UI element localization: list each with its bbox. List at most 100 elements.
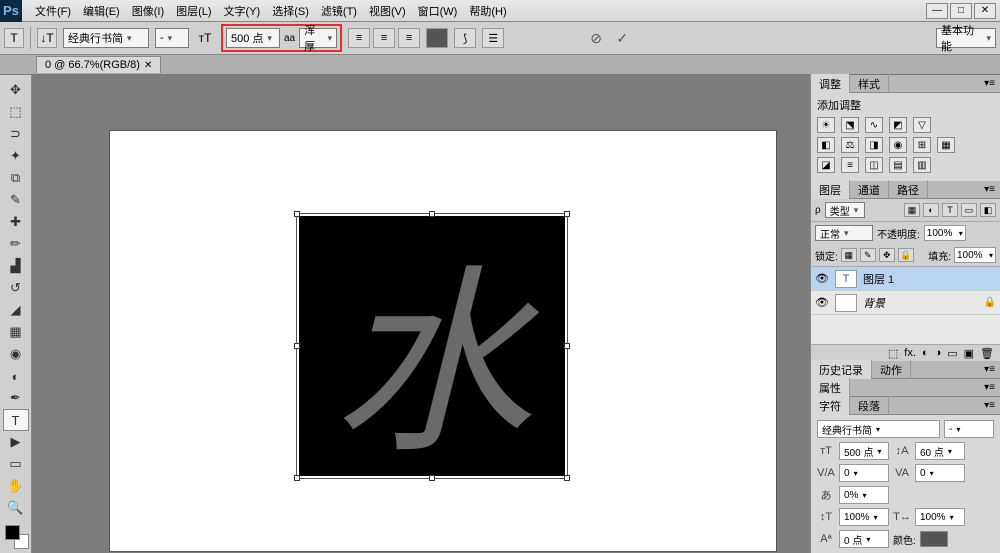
- adj-thresh-icon[interactable]: ◫: [865, 157, 883, 173]
- layer-name[interactable]: 图层 1: [863, 271, 894, 287]
- adj-vibrance-icon[interactable]: ▽: [913, 117, 931, 133]
- char-va-dropdown[interactable]: 0: [839, 464, 889, 482]
- char-th-input[interactable]: 100%: [915, 508, 965, 526]
- path-select-tool[interactable]: ▶: [3, 431, 29, 453]
- pen-tool[interactable]: ✒: [3, 387, 29, 409]
- char-style-dropdown[interactable]: -: [944, 420, 994, 438]
- crop-tool[interactable]: ⧉: [3, 167, 29, 189]
- minimize-button[interactable]: —: [926, 3, 948, 19]
- adj-exposure-icon[interactable]: ◩: [889, 117, 907, 133]
- adj-photo-icon[interactable]: ◉: [889, 137, 907, 153]
- filter-image-icon[interactable]: ▦: [904, 203, 920, 217]
- blend-mode-dropdown[interactable]: 正常: [815, 225, 873, 241]
- color-swatches[interactable]: [5, 525, 29, 549]
- adj-invert-icon[interactable]: ◪: [817, 157, 835, 173]
- maximize-button[interactable]: □: [950, 3, 972, 19]
- menu-window[interactable]: 窗口(W): [413, 1, 463, 21]
- menu-filter[interactable]: 滤镜(T): [316, 1, 362, 21]
- opacity-input[interactable]: 100%: [924, 225, 966, 241]
- lasso-tool[interactable]: ⊃: [3, 123, 29, 145]
- handle-ne[interactable]: [564, 211, 570, 217]
- char-menu-icon[interactable]: ▾≡: [979, 400, 1000, 411]
- layer-name[interactable]: 背景: [863, 295, 885, 311]
- font-family-dropdown[interactable]: 经典行书简: [63, 28, 149, 48]
- adj-post-icon[interactable]: ≡: [841, 157, 859, 173]
- new-layer-icon[interactable]: ▣: [964, 347, 974, 360]
- orientation-icon[interactable]: ↓T: [37, 28, 57, 48]
- history-brush-tool[interactable]: ↺: [3, 277, 29, 299]
- char-scale-dropdown[interactable]: 0%: [839, 486, 889, 504]
- foreground-swatch[interactable]: [5, 525, 20, 540]
- marquee-tool[interactable]: ⬚: [3, 101, 29, 123]
- adj-layer-icon[interactable]: ◑: [935, 347, 942, 359]
- blur-tool[interactable]: ◉: [3, 343, 29, 365]
- tab-paragraph[interactable]: 段落: [850, 396, 889, 416]
- dodge-tool[interactable]: ◐: [3, 365, 29, 387]
- workspace-dropdown[interactable]: 基本功能: [936, 28, 996, 48]
- adj-curves-icon[interactable]: ∿: [865, 117, 883, 133]
- visibility-icon[interactable]: 👁: [815, 296, 829, 309]
- tab-channels[interactable]: 通道: [850, 180, 889, 200]
- layer-row[interactable]: 👁 T 图层 1: [811, 267, 1000, 291]
- char-font-dropdown[interactable]: 经典行书简: [817, 420, 940, 438]
- tab-layers[interactable]: 图层: [811, 180, 850, 200]
- history-menu-icon[interactable]: ▾≡: [979, 364, 1000, 375]
- menu-layer[interactable]: 图层(L): [171, 1, 216, 21]
- align-left-button[interactable]: ≡: [348, 28, 370, 48]
- cancel-icon[interactable]: ⊘: [586, 28, 606, 48]
- visibility-icon[interactable]: 👁: [815, 272, 829, 285]
- canvas-area[interactable]: 水: [32, 75, 810, 553]
- transform-bounds[interactable]: [296, 213, 568, 479]
- lock-paint-icon[interactable]: ✎: [860, 248, 876, 262]
- group-icon[interactable]: ▭: [947, 347, 957, 360]
- document-tab[interactable]: 0 @ 66.7%(RGB/8) ✕: [36, 56, 161, 73]
- lock-trans-icon[interactable]: ▦: [841, 248, 857, 262]
- align-right-button[interactable]: ≡: [398, 28, 420, 48]
- menu-type[interactable]: 文字(Y): [219, 1, 266, 21]
- handle-se[interactable]: [564, 475, 570, 481]
- fill-input[interactable]: 100%: [954, 247, 996, 263]
- close-tab-icon[interactable]: ✕: [144, 60, 152, 71]
- brush-tool[interactable]: ✏: [3, 233, 29, 255]
- shape-tool[interactable]: ▭: [3, 453, 29, 475]
- tab-history[interactable]: 历史记录: [811, 360, 872, 380]
- filter-type-icon[interactable]: T: [942, 203, 958, 217]
- commit-icon[interactable]: ✓: [612, 28, 632, 48]
- adj-bw-icon[interactable]: ◨: [865, 137, 883, 153]
- warp-text-button[interactable]: ⟆: [454, 28, 476, 48]
- gradient-tool[interactable]: ▦: [3, 321, 29, 343]
- adj-levels-icon[interactable]: ⬔: [841, 117, 859, 133]
- mask-icon[interactable]: ◐: [922, 347, 929, 359]
- menu-image[interactable]: 图像(I): [127, 1, 169, 21]
- move-tool[interactable]: ✥: [3, 79, 29, 101]
- char-tw-input[interactable]: 100%: [839, 508, 889, 526]
- tab-paths[interactable]: 路径: [889, 180, 928, 200]
- lock-pos-icon[interactable]: ✥: [879, 248, 895, 262]
- wand-tool[interactable]: ✦: [3, 145, 29, 167]
- layers-menu-icon[interactable]: ▾≡: [979, 184, 1000, 195]
- handle-nw[interactable]: [294, 211, 300, 217]
- adj-select-icon[interactable]: ▥: [913, 157, 931, 173]
- char-panel-button[interactable]: ☰: [482, 28, 504, 48]
- menu-select[interactable]: 选择(S): [267, 1, 314, 21]
- tab-actions[interactable]: 动作: [872, 360, 911, 380]
- char-baseline-input[interactable]: 0 点: [839, 530, 889, 548]
- delete-icon[interactable]: 🗑: [980, 347, 994, 360]
- lock-all-icon[interactable]: 🔒: [898, 248, 914, 262]
- menu-file[interactable]: 文件(F): [30, 1, 76, 21]
- link-icon[interactable]: ⬚: [888, 347, 898, 360]
- adj-brightness-icon[interactable]: ☀: [817, 117, 835, 133]
- tab-properties[interactable]: 属性: [811, 378, 850, 398]
- handle-s[interactable]: [429, 475, 435, 481]
- antialias-dropdown[interactable]: 浑厚: [299, 28, 337, 48]
- menu-help[interactable]: 帮助(H): [464, 1, 511, 21]
- char-tracking-dropdown[interactable]: 0: [915, 464, 965, 482]
- font-style-dropdown[interactable]: -: [155, 28, 189, 48]
- eyedrop-tool[interactable]: ✎: [3, 189, 29, 211]
- tab-adjustments[interactable]: 调整: [811, 74, 850, 94]
- props-menu-icon[interactable]: ▾≡: [979, 382, 1000, 393]
- tab-character[interactable]: 字符: [811, 396, 850, 416]
- char-size-dropdown[interactable]: 500 点: [839, 442, 889, 460]
- menu-edit[interactable]: 编辑(E): [78, 1, 125, 21]
- stamp-tool[interactable]: ▟: [3, 255, 29, 277]
